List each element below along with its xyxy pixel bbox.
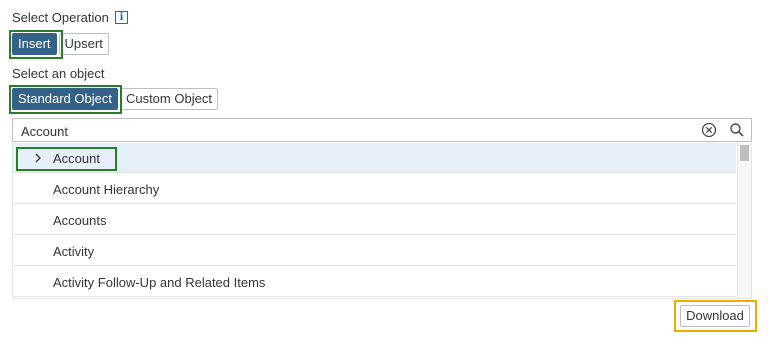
list-item-accounts[interactable]: Accounts (13, 205, 736, 235)
list-item-label: Account Hierarchy (53, 182, 160, 197)
operation-segmented-button: Insert Upsert (12, 33, 111, 55)
list-scrollbar[interactable] (737, 143, 751, 298)
object-list: Account Account Hierarchy Accounts Activ… (12, 143, 752, 299)
standard-object-button[interactable]: Standard Object (12, 88, 118, 110)
download-button[interactable]: Download (680, 305, 750, 327)
list-item-activity[interactable]: Activity (13, 236, 736, 266)
search-input[interactable] (19, 121, 683, 141)
list-item-account-hierarchy[interactable]: Account Hierarchy (13, 174, 736, 204)
insert-button[interactable]: Insert (12, 33, 57, 55)
list-item-account[interactable]: Account (13, 143, 736, 173)
custom-object-button[interactable]: Custom Object (119, 88, 218, 110)
info-icon[interactable]: i (115, 11, 128, 24)
scrollbar-thumb[interactable] (740, 145, 749, 161)
select-object-label: Select an object (12, 66, 105, 81)
search-icon[interactable] (729, 122, 745, 138)
list-item-activity-follow-up[interactable]: Activity Follow-Up and Related Items (13, 267, 736, 297)
list-item-label: Activity Follow-Up and Related Items (53, 275, 266, 290)
object-segmented-button: Standard Object Custom Object (12, 88, 220, 110)
chevron-right-icon[interactable] (33, 151, 43, 165)
clear-circle-icon[interactable] (701, 122, 717, 138)
search-field (12, 118, 752, 142)
list-item-label: Activity (53, 244, 95, 259)
list-item-label: Account (53, 151, 100, 166)
list-item-label: Accounts (53, 213, 107, 228)
select-operation-label: Select Operation (12, 10, 109, 25)
upsert-button[interactable]: Upsert (58, 33, 109, 55)
